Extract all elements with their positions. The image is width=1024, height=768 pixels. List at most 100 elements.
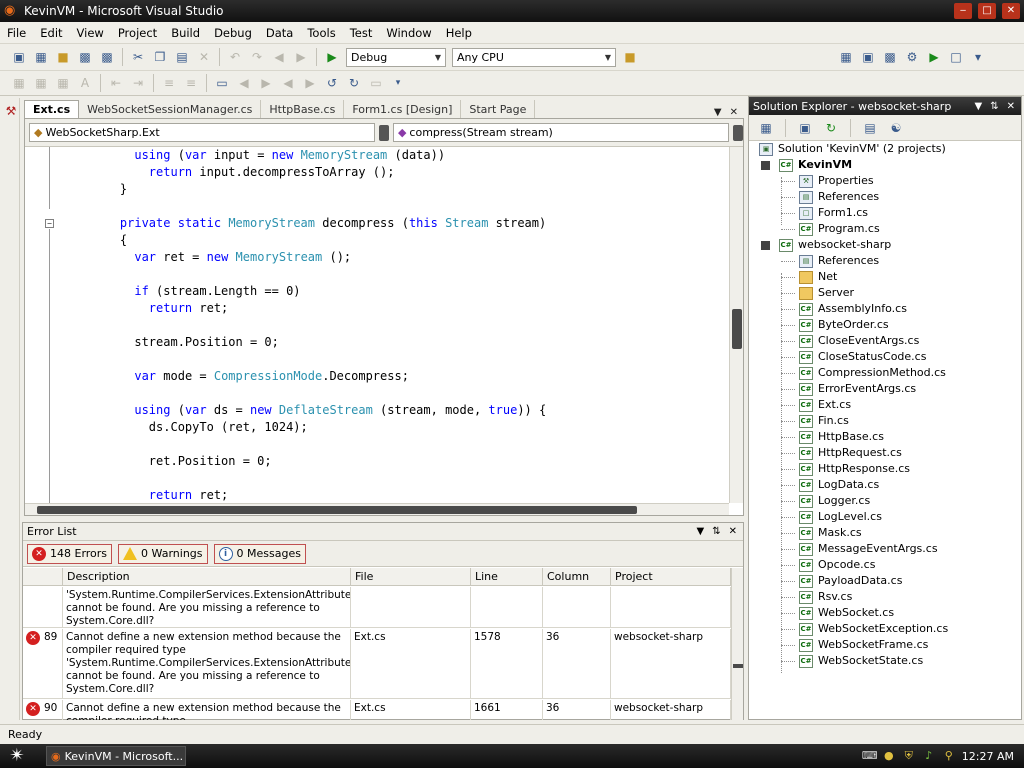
- code-line[interactable]: using (var ds = new DeflateStream (strea…: [91, 402, 546, 419]
- column-column[interactable]: Column: [543, 568, 611, 586]
- undo-icon[interactable]: ↶: [226, 48, 244, 66]
- window-position-icon[interactable]: ▼: [697, 526, 705, 537]
- messages-filter-button[interactable]: i 0 Messages: [213, 543, 306, 564]
- toolbox-autohide-strip[interactable]: ⚒: [0, 98, 20, 720]
- table-row[interactable]: ✕ 89 Cannot define a new extension metho…: [23, 629, 731, 699]
- next-bookmark-document-icon[interactable]: ↻: [345, 74, 363, 92]
- column-file[interactable]: File: [351, 568, 471, 586]
- window-position-icon[interactable]: ▼: [975, 101, 983, 112]
- add-item-icon[interactable]: ▦: [32, 48, 50, 66]
- warnings-filter-button[interactable]: 0 Warnings: [118, 543, 208, 564]
- tree-item[interactable]: C# WebSocket.cs: [781, 605, 894, 621]
- tree-item[interactable]: Server: [781, 285, 854, 301]
- network-icon[interactable]: ●: [882, 749, 896, 763]
- shield-icon[interactable]: ⛨: [902, 749, 916, 763]
- tab-httpbase-cs[interactable]: HttpBase.cs: [261, 100, 345, 118]
- tree-item[interactable]: C# AssemblyInfo.cs: [781, 301, 907, 317]
- close-icon[interactable]: ✕: [729, 526, 737, 537]
- find-in-files-icon[interactable]: ■: [621, 48, 639, 66]
- uncomment-icon[interactable]: ≡: [182, 74, 200, 92]
- tree-item[interactable]: C# CloseEventArgs.cs: [781, 333, 919, 349]
- code-editor[interactable]: ◆ WebSocketSharp.Ext ◆ compress(Stream s…: [24, 118, 744, 516]
- toolbox-icon[interactable]: ⚒: [2, 102, 20, 120]
- menu-build[interactable]: Build: [164, 26, 207, 40]
- tree-item[interactable]: C# CloseStatusCode.cs: [781, 349, 926, 365]
- code-line[interactable]: {: [91, 232, 127, 249]
- maximize-button[interactable]: □: [978, 3, 996, 19]
- tree-item[interactable]: C# WebSocketState.cs: [781, 653, 923, 669]
- tree-item[interactable]: C# Ext.cs: [781, 397, 851, 413]
- tree-item[interactable]: C# KevinVM: [761, 157, 852, 173]
- complete-word-icon[interactable]: A: [76, 74, 94, 92]
- expand-toggle-icon[interactable]: [761, 240, 770, 250]
- toolbox-icon[interactable]: ⚙: [903, 48, 921, 66]
- properties-window-icon[interactable]: ▣: [859, 48, 877, 66]
- code-line[interactable]: stream.Position = 0;: [91, 334, 279, 351]
- show-all-files-icon[interactable]: ▣: [796, 119, 814, 137]
- error-list-scrollbar[interactable]: [731, 568, 743, 720]
- members-combo[interactable]: ◆ compress(Stream stream): [392, 123, 730, 142]
- code-line[interactable]: ds.CopyTo (ret, 1024);: [91, 419, 308, 436]
- code-line[interactable]: ret.Position = 0;: [91, 453, 272, 470]
- tree-item[interactable]: C# Program.cs: [781, 221, 880, 237]
- copy-icon[interactable]: ❐: [151, 48, 169, 66]
- tree-item[interactable]: C# WebSocketException.cs: [781, 621, 948, 637]
- menu-help[interactable]: Help: [439, 26, 479, 40]
- tree-item[interactable]: C# Logger.cs: [781, 493, 870, 509]
- start-debugging-icon[interactable]: ▶: [323, 48, 341, 66]
- previous-bookmark-folder-icon[interactable]: ◀: [279, 74, 297, 92]
- tree-item[interactable]: C# PayloadData.cs: [781, 573, 902, 589]
- clear-bookmarks-icon[interactable]: ▭: [367, 74, 385, 92]
- tree-item[interactable]: ▣ Solution 'KevinVM' (2 projects): [759, 141, 946, 157]
- auto-hide-pin-icon[interactable]: ⇅: [712, 526, 720, 537]
- taskbar-window-button[interactable]: ◉ KevinVM - Microsoft...: [46, 746, 186, 766]
- decrease-indent-icon[interactable]: ⇤: [107, 74, 125, 92]
- next-bookmark-icon[interactable]: ▶: [257, 74, 275, 92]
- tree-item[interactable]: C# HttpResponse.cs: [781, 461, 910, 477]
- keyboard-icon[interactable]: ⌨: [862, 749, 878, 763]
- table-row[interactable]: ✕ 90 Cannot define a new extension metho…: [23, 700, 731, 720]
- expand-toggle-icon[interactable]: [761, 160, 770, 170]
- solution-explorer-icon[interactable]: ▦: [837, 48, 855, 66]
- toolbar-options-icon[interactable]: ▾: [969, 48, 987, 66]
- code-area[interactable]: − using (var input = new MemoryStream (d…: [25, 147, 729, 503]
- tree-item[interactable]: C# MessageEventArgs.cs: [781, 541, 938, 557]
- volume-icon[interactable]: ♪: [922, 749, 936, 763]
- parameter-info-icon[interactable]: ▦: [32, 74, 50, 92]
- tree-item[interactable]: C# Rsv.cs: [781, 589, 852, 605]
- solution-configuration-combo[interactable]: Debug ▼: [346, 47, 446, 67]
- save-icon[interactable]: ▩: [76, 48, 94, 66]
- menu-window[interactable]: Window: [379, 26, 438, 40]
- properties-icon[interactable]: ▦: [757, 119, 775, 137]
- comment-out-icon[interactable]: ≡: [160, 74, 178, 92]
- types-combo[interactable]: ◆ WebSocketSharp.Ext: [29, 123, 376, 142]
- menu-project[interactable]: Project: [111, 26, 164, 40]
- tree-item[interactable]: C# HttpRequest.cs: [781, 445, 902, 461]
- code-line[interactable]: return ret;: [91, 487, 228, 503]
- menu-data[interactable]: Data: [259, 26, 300, 40]
- toolbar-options-icon[interactable]: ▾: [389, 74, 407, 92]
- increase-indent-icon[interactable]: ⇥: [129, 74, 147, 92]
- menu-debug[interactable]: Debug: [207, 26, 259, 40]
- tree-item[interactable]: C# HttpBase.cs: [781, 429, 884, 445]
- code-line[interactable]: }: [91, 181, 127, 198]
- tab-form1-design[interactable]: Form1.cs [Design]: [344, 100, 462, 118]
- redo-icon[interactable]: ↷: [248, 48, 266, 66]
- cut-icon[interactable]: ✂: [129, 48, 147, 66]
- menu-view[interactable]: View: [70, 26, 111, 40]
- next-bookmark-folder-icon[interactable]: ▶: [301, 74, 319, 92]
- display-object-member-list-icon[interactable]: ▦: [10, 74, 28, 92]
- close-button[interactable]: ✕: [1002, 3, 1020, 19]
- code-line[interactable]: return input.decompressToArray ();: [91, 164, 395, 181]
- tree-item[interactable]: ▤ References: [781, 189, 879, 205]
- find-combo[interactable]: [644, 47, 832, 67]
- errors-filter-button[interactable]: ✕ 148 Errors: [27, 543, 113, 564]
- previous-bookmark-document-icon[interactable]: ↺: [323, 74, 341, 92]
- menu-test[interactable]: Test: [343, 26, 380, 40]
- tree-item[interactable]: C# ErrorEventArgs.cs: [781, 381, 916, 397]
- navigate-forward-icon[interactable]: ▶: [292, 48, 310, 66]
- tree-item[interactable]: C# LogData.cs: [781, 477, 879, 493]
- open-file-icon[interactable]: ■: [54, 48, 72, 66]
- tree-item[interactable]: C# CompressionMethod.cs: [781, 365, 946, 381]
- object-browser-icon[interactable]: ▩: [881, 48, 899, 66]
